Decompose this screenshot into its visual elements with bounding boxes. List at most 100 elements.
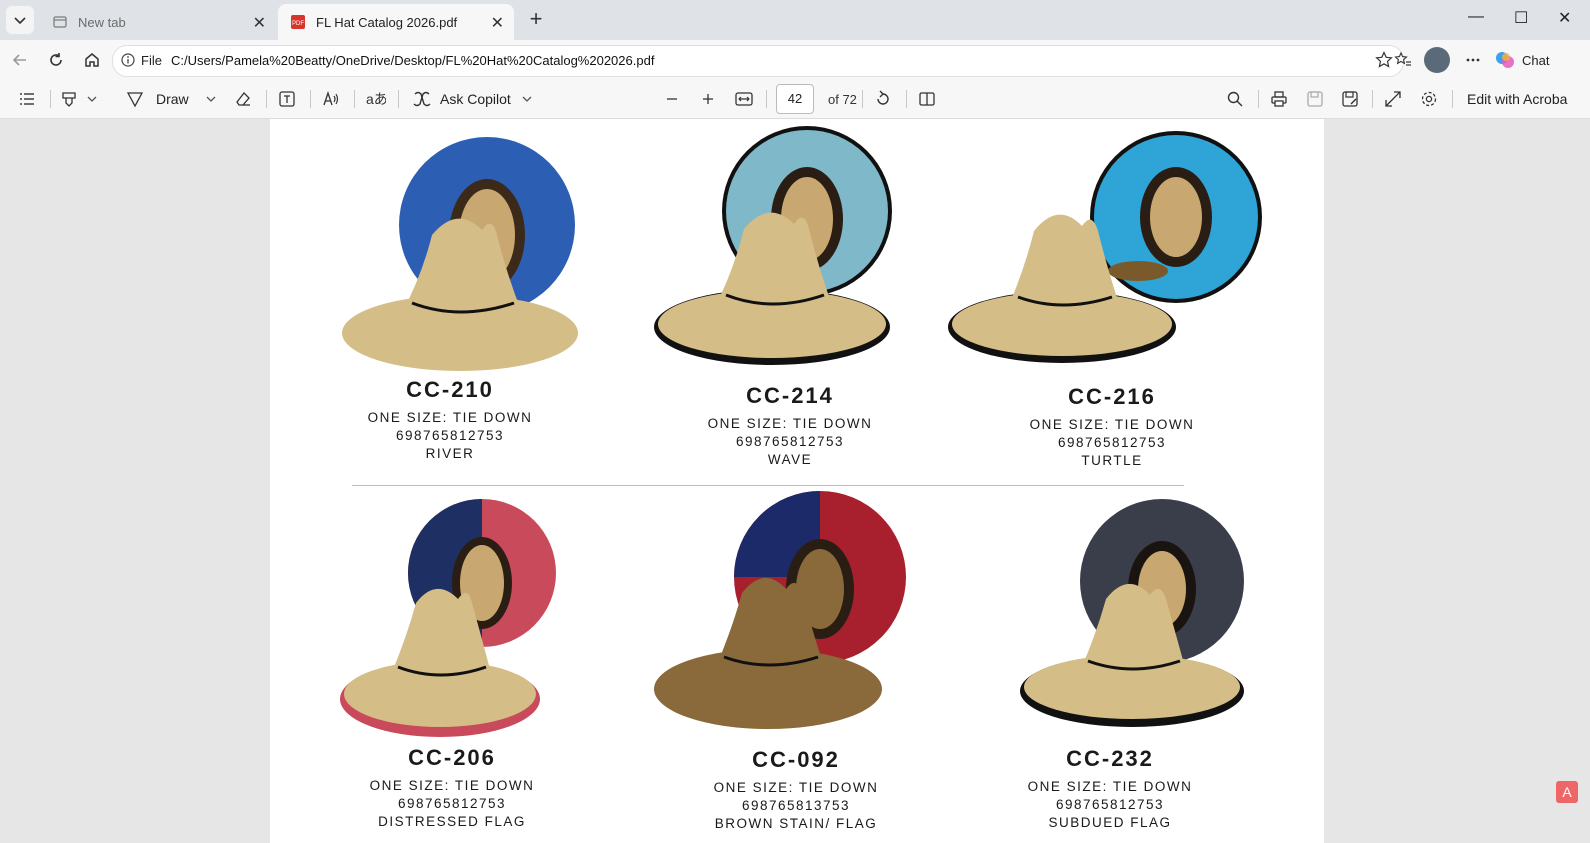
- print-icon[interactable]: [1270, 88, 1288, 110]
- refresh-icon[interactable]: [44, 48, 68, 72]
- zoom-out-icon[interactable]: [664, 88, 680, 110]
- tab-pdf[interactable]: PDF FL Hat Catalog 2026.pdf ✕: [278, 4, 514, 40]
- zoom-in-icon[interactable]: [700, 88, 716, 110]
- close-tab-icon[interactable]: ✕: [491, 13, 504, 33]
- read-aloud-icon[interactable]: [322, 88, 340, 110]
- ask-copilot-label: Ask Copilot: [440, 91, 511, 107]
- save-as-icon[interactable]: [1341, 88, 1359, 110]
- page-view-icon[interactable]: [918, 88, 936, 110]
- tab-actions-button[interactable]: [6, 6, 34, 34]
- product-size: ONE SIZE: TIE DOWN: [707, 416, 873, 431]
- product-card: CC-206 ONE SIZE: TIE DOWN 698765812753 D…: [332, 745, 572, 831]
- product-upc: 698765813753: [741, 798, 851, 813]
- draw-icon: [126, 92, 144, 108]
- hat-image-brown-stain-flag: [654, 491, 906, 729]
- edit-with-acrobat-button[interactable]: Edit with Acroba: [1467, 88, 1567, 110]
- product-upc: 698765812753: [735, 434, 845, 449]
- info-icon[interactable]: [121, 53, 135, 72]
- product-name: SUBDUED FLAG: [1048, 815, 1172, 830]
- text-box-icon[interactable]: [278, 88, 296, 110]
- url-text[interactable]: C:/Users/Pamela%20Beatty/OneDrive/Deskto…: [171, 53, 654, 68]
- product-name: DISTRESSED FLAG: [378, 814, 526, 829]
- chevron-down-icon[interactable]: [86, 93, 98, 105]
- tab-new-tab[interactable]: New tab ✕: [40, 4, 276, 40]
- home-icon[interactable]: [80, 48, 104, 72]
- acrobat-icon[interactable]: A: [1556, 781, 1578, 803]
- separator: [310, 90, 311, 108]
- highlight-button[interactable]: [60, 88, 98, 110]
- hat-image-turtle: [948, 131, 1262, 363]
- product-size: ONE SIZE: TIE DOWN: [367, 410, 533, 425]
- chevron-down-icon[interactable]: [205, 93, 217, 105]
- product-card: CC-092 ONE SIZE: TIE DOWN 698765813753 B…: [676, 747, 916, 833]
- product-upc: 698765812753: [397, 796, 507, 811]
- draw-label: Draw: [156, 91, 189, 107]
- hat-image-distressed-flag: [340, 499, 556, 737]
- product-code: CC-232: [1066, 746, 1154, 771]
- rotate-icon[interactable]: [874, 88, 892, 110]
- avatar[interactable]: [1424, 47, 1450, 73]
- close-tab-icon[interactable]: ✕: [253, 13, 266, 33]
- product-name: BROWN STAIN/ FLAG: [714, 816, 878, 831]
- address-bar[interactable]: File C:/Users/Pamela%20Beatty/OneDrive/D…: [112, 45, 1404, 77]
- new-tab-icon: [52, 14, 68, 30]
- svg-text:aあ: aあ: [366, 91, 386, 107]
- product-upc: 698765812753: [1057, 435, 1167, 450]
- row-divider: [352, 485, 1184, 486]
- chevron-down-icon: [14, 17, 26, 25]
- eraser-icon[interactable]: [234, 88, 252, 110]
- separator: [354, 90, 355, 108]
- product-card: CC-214 ONE SIZE: TIE DOWN 698765812753 W…: [670, 383, 910, 469]
- new-tab-button[interactable]: +: [524, 8, 548, 32]
- product-code: CC-092: [752, 747, 840, 772]
- page-number-input[interactable]: 42: [776, 84, 814, 114]
- separator: [266, 90, 267, 108]
- product-code: CC-216: [1068, 384, 1156, 409]
- product-size: ONE SIZE: TIE DOWN: [1029, 417, 1195, 432]
- separator: [1258, 90, 1259, 108]
- highlighter-icon: [62, 92, 76, 107]
- chat-label: Chat: [1522, 52, 1550, 68]
- product-name: WAVE: [767, 452, 813, 467]
- minimize-icon[interactable]: —: [1468, 8, 1484, 26]
- separator: [862, 90, 863, 108]
- product-name: RIVER: [425, 446, 475, 461]
- save-icon[interactable]: [1306, 88, 1324, 110]
- fit-to-width-icon[interactable]: [734, 88, 754, 110]
- back-icon[interactable]: [8, 48, 32, 72]
- fullscreen-icon[interactable]: [1384, 88, 1402, 110]
- product-upc: 698765812753: [1055, 797, 1165, 812]
- tab-label: FL Hat Catalog 2026.pdf: [316, 14, 458, 30]
- separator: [398, 90, 399, 108]
- ask-copilot-button[interactable]: Ask Copilot: [412, 88, 533, 110]
- chevron-down-icon[interactable]: [521, 93, 533, 105]
- contents-icon[interactable]: [18, 88, 36, 110]
- draw-button[interactable]: Draw: [126, 88, 217, 110]
- product-size: ONE SIZE: TIE DOWN: [713, 780, 879, 795]
- search-icon[interactable]: [1226, 88, 1244, 110]
- copilot-icon: [413, 91, 431, 107]
- separator: [766, 90, 767, 108]
- product-upc: 698765812753: [395, 428, 505, 443]
- copilot-icon: [1496, 52, 1514, 68]
- hat-image-wave: [654, 126, 892, 365]
- url-scheme: File: [141, 53, 162, 68]
- product-card: CC-210 ONE SIZE: TIE DOWN 698765812753 R…: [330, 377, 570, 463]
- maximize-icon[interactable]: ☐: [1514, 8, 1528, 28]
- product-size: ONE SIZE: TIE DOWN: [369, 778, 535, 793]
- page-count: of 72: [828, 92, 857, 107]
- close-window-icon[interactable]: ✕: [1558, 8, 1571, 28]
- settings-gear-icon[interactable]: [1420, 88, 1438, 110]
- favorites-icon[interactable]: [1391, 48, 1415, 72]
- product-card: CC-216 ONE SIZE: TIE DOWN 698765812753 T…: [992, 384, 1232, 470]
- separator: [1372, 90, 1373, 108]
- product-code: CC-206: [408, 745, 496, 770]
- pdf-file-icon: PDF: [290, 14, 306, 30]
- hat-image-river: [342, 137, 578, 371]
- copilot-chat-button[interactable]: Chat: [1494, 48, 1586, 72]
- separator: [906, 90, 907, 108]
- more-options-icon[interactable]: [1461, 48, 1485, 72]
- translate-icon[interactable]: aあ: [366, 88, 386, 110]
- product-code: CC-214: [746, 383, 834, 408]
- svg-text:PDF: PDF: [292, 21, 304, 27]
